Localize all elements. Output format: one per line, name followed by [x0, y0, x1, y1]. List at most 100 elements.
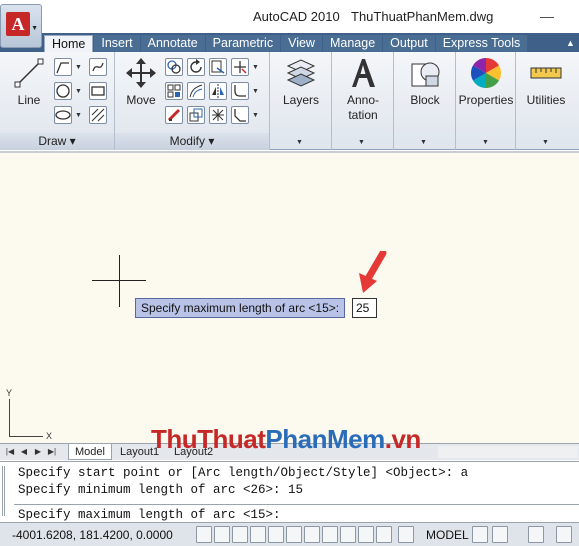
- chevron-down-icon[interactable]: ▼: [296, 139, 303, 146]
- chevron-down-icon[interactable]: ▼: [420, 139, 427, 146]
- application-menu-button[interactable]: A ▼: [0, 4, 42, 48]
- ribbon: Line ▼ ▼ ▼ Draw ▾ Move ▼ ▼ ▼ Modify ▾ La…: [0, 52, 579, 150]
- line-label: Line: [17, 93, 41, 107]
- file-title: ThuThuatPhanMem.dwg: [351, 9, 494, 24]
- tab-home[interactable]: Home: [44, 35, 94, 52]
- polyline-icon[interactable]: [54, 58, 72, 76]
- mirror-icon[interactable]: [209, 82, 227, 100]
- tab-annotate[interactable]: Annotate: [140, 35, 205, 52]
- color-wheel-icon: [470, 57, 502, 88]
- erase-icon[interactable]: [165, 106, 183, 124]
- draw-panel-title[interactable]: Draw ▾: [0, 133, 114, 150]
- utilities-panel: Utilities ▼: [516, 52, 579, 150]
- dynamic-input-icon[interactable]: [340, 526, 356, 543]
- model-space-toggle[interactable]: MODEL: [426, 528, 469, 542]
- modify-panel-title[interactable]: Modify ▾: [115, 133, 269, 150]
- command-window-grip[interactable]: [2, 466, 11, 516]
- explode-icon[interactable]: [209, 106, 227, 124]
- command-prompt[interactable]: Specify maximum length of arc <15>:: [18, 508, 281, 522]
- properties-panel: Properties ▼: [456, 52, 516, 150]
- layers-button[interactable]: Layers: [272, 56, 330, 108]
- move-tool-button[interactable]: Move: [120, 56, 162, 108]
- ucs-y-axis: [9, 399, 10, 437]
- command-history-line: Specify start point or [Arc length/Objec…: [18, 466, 469, 480]
- copy-icon[interactable]: [165, 58, 183, 76]
- horizontal-scrollbar[interactable]: [438, 446, 578, 458]
- 3d-osnap-icon[interactable]: [286, 526, 302, 543]
- utilities-button[interactable]: Utilities: [516, 56, 576, 108]
- circle-icon[interactable]: [54, 82, 72, 100]
- modify-panel: Move ▼ ▼ ▼ Modify ▾: [115, 52, 270, 150]
- chevron-down-icon[interactable]: ▼: [75, 88, 82, 95]
- chevron-down-icon[interactable]: ▼: [252, 64, 259, 71]
- hatch-icon[interactable]: [89, 106, 107, 124]
- drawing-canvas[interactable]: Specify maximum length of arc <15>: 25 Y…: [0, 151, 579, 443]
- measure-icon: [530, 67, 562, 79]
- rotate-icon[interactable]: [187, 58, 205, 76]
- chevron-down-icon[interactable]: ▼: [482, 139, 489, 146]
- chevron-down-icon[interactable]: ▼: [252, 88, 259, 95]
- snap-mode-icon[interactable]: [196, 526, 212, 543]
- add-icon[interactable]: [398, 526, 414, 543]
- tab-parametric[interactable]: Parametric: [205, 35, 281, 52]
- annotation-button[interactable]: Anno- tation: [334, 56, 392, 123]
- annotation-label-line2: tation: [348, 108, 378, 122]
- offset-icon[interactable]: [187, 82, 205, 100]
- allow-ducs-icon[interactable]: [322, 526, 338, 543]
- block-button[interactable]: Block: [396, 56, 454, 108]
- tab-model[interactable]: Model: [68, 444, 112, 460]
- utilities-label: Utilities: [526, 93, 566, 107]
- first-layout-icon[interactable]: |◀: [4, 446, 16, 458]
- object-snap-tracking-icon[interactable]: [304, 526, 320, 543]
- move-label: Move: [126, 93, 156, 107]
- command-history-line: Specify minimum length of arc <26>: 15: [18, 483, 304, 497]
- tab-output[interactable]: Output: [383, 35, 435, 52]
- object-snap-icon[interactable]: [268, 526, 284, 543]
- array-icon[interactable]: [165, 82, 183, 100]
- properties-label: Properties: [458, 93, 514, 107]
- rectangle-icon[interactable]: [89, 82, 107, 100]
- app-title: AutoCAD 2010: [253, 9, 340, 24]
- coordinate-readout: -4001.6208, 181.4200, 0.0000: [12, 528, 173, 542]
- command-window: Specify start point or [Arc length/Objec…: [0, 461, 579, 522]
- quick-properties-icon[interactable]: [376, 526, 392, 543]
- ellipse-icon[interactable]: [54, 106, 72, 124]
- grid-display-icon[interactable]: [214, 526, 230, 543]
- chevron-down-icon[interactable]: ▼: [358, 139, 365, 146]
- quick-view-layouts-icon[interactable]: [472, 526, 488, 543]
- ortho-mode-icon[interactable]: [232, 526, 248, 543]
- stretch-icon[interactable]: [209, 58, 227, 76]
- last-layout-icon[interactable]: ▶|: [46, 446, 58, 458]
- dynamic-input-field[interactable]: 25: [352, 298, 377, 318]
- chevron-down-icon[interactable]: ▼: [75, 64, 82, 71]
- ucs-x-axis: [9, 436, 43, 437]
- minimize-ribbon-icon[interactable]: ▲: [566, 38, 575, 48]
- move-icon: [126, 58, 156, 88]
- chamfer-icon[interactable]: [231, 106, 249, 124]
- polar-tracking-icon[interactable]: [250, 526, 266, 543]
- tab-manage[interactable]: Manage: [322, 35, 383, 52]
- chevron-down-icon[interactable]: ▼: [252, 112, 259, 119]
- trim-icon[interactable]: [231, 58, 249, 76]
- minimize-window-button[interactable]: —: [540, 8, 554, 24]
- tab-express-tools[interactable]: Express Tools: [435, 35, 528, 52]
- draw-panel: Line ▼ ▼ ▼ Draw ▾: [0, 52, 115, 150]
- line-tool-button[interactable]: Line: [8, 56, 50, 108]
- prev-layout-icon[interactable]: ◀: [18, 446, 30, 458]
- block-icon: [411, 62, 440, 87]
- chevron-down-icon[interactable]: ▼: [75, 112, 82, 119]
- workspace-switching-icon[interactable]: [528, 526, 544, 543]
- fillet-icon[interactable]: [231, 82, 249, 100]
- spline-icon[interactable]: [89, 58, 107, 76]
- text-a-icon: [352, 59, 375, 87]
- properties-button[interactable]: Properties: [456, 56, 516, 108]
- title-bar: AutoCAD 2010 ThuThuatPhanMem.dwg —: [0, 0, 579, 34]
- quick-view-drawings-icon[interactable]: [492, 526, 508, 543]
- lock-icon[interactable]: [556, 526, 572, 543]
- chevron-down-icon[interactable]: ▼: [542, 139, 549, 146]
- tab-insert[interactable]: Insert: [94, 35, 140, 52]
- next-layout-icon[interactable]: ▶: [32, 446, 44, 458]
- lineweight-icon[interactable]: [358, 526, 374, 543]
- scale-icon[interactable]: [187, 106, 205, 124]
- tab-view[interactable]: View: [281, 35, 322, 52]
